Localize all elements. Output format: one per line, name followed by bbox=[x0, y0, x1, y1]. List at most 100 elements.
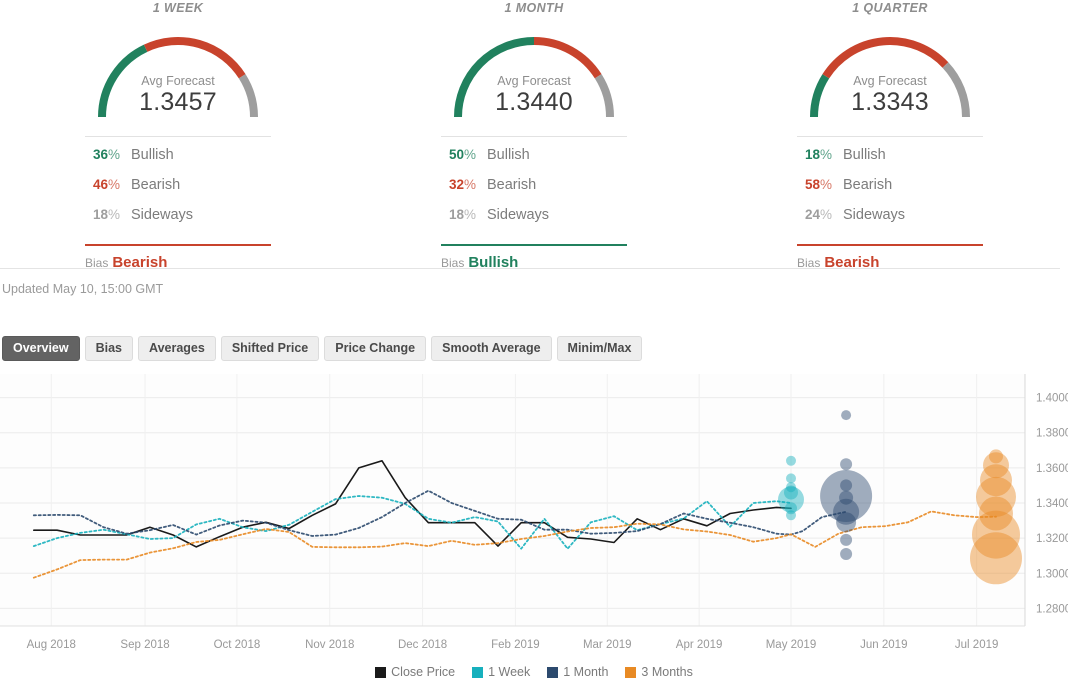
legend-label: 1 Month bbox=[563, 665, 608, 679]
x-axis-tick-label: Nov 2018 bbox=[305, 639, 354, 651]
stat-row: 18%Sideways bbox=[441, 207, 627, 237]
sentiment-gauge: Avg Forecast1.3343 bbox=[712, 22, 1068, 128]
y-axis-tick-label: 1.2800 bbox=[1036, 603, 1068, 615]
stat-percent-value: 18 bbox=[93, 207, 108, 222]
stat-percent: 32% bbox=[441, 177, 487, 192]
forecast-bubble[interactable] bbox=[970, 532, 1022, 584]
stat-label: Sideways bbox=[487, 207, 549, 223]
forecast-card: 1 MONTHAvg Forecast1.344050%Bullish32%Be… bbox=[356, 0, 712, 268]
gauge-segment-bearish bbox=[826, 41, 946, 76]
y-axis-tick-label: 1.3600 bbox=[1036, 463, 1068, 475]
stat-percent: 36% bbox=[85, 147, 131, 162]
stat-row: 50%Bullish bbox=[441, 147, 627, 177]
forecast-bubble[interactable] bbox=[786, 473, 796, 483]
chart-canvas[interactable]: 1.2800 1.3000 1.3200 1.3400 1.3600 1.3800 1.40… bbox=[0, 374, 1068, 660]
tab-smooth-average[interactable]: Smooth Average bbox=[431, 336, 551, 361]
stat-row: 32%Bearish bbox=[441, 177, 627, 207]
sentiment-stats: 18%Bullish58%Bearish24%SidewaysBiasBeari… bbox=[797, 128, 983, 271]
percent-sign: % bbox=[108, 147, 120, 162]
chart-tab-bar[interactable]: OverviewBiasAveragesShifted PricePrice C… bbox=[2, 336, 642, 361]
percent-sign: % bbox=[464, 147, 476, 162]
stat-percent-value: 36 bbox=[93, 147, 108, 162]
legend-swatch-icon bbox=[547, 667, 558, 678]
y-axis-tick-label: 1.3800 bbox=[1036, 428, 1068, 440]
sentiment-stats: 36%Bullish46%Bearish18%SidewaysBiasBeari… bbox=[85, 128, 271, 271]
gauge-readout: Avg Forecast1.3457 bbox=[88, 74, 268, 117]
stat-label: Bullish bbox=[487, 147, 530, 163]
percent-sign: % bbox=[464, 207, 476, 222]
stat-percent: 18% bbox=[85, 207, 131, 222]
y-axis-tick-label: 1.3400 bbox=[1036, 498, 1068, 510]
stat-row: 18% Bullish bbox=[797, 147, 983, 177]
stat-percent-value: 18 bbox=[805, 147, 820, 162]
stat-row: 46%Bearish bbox=[85, 177, 271, 207]
stats-divider bbox=[441, 136, 627, 137]
x-axis-tick-label: Apr 2019 bbox=[676, 639, 723, 651]
stat-percent-value: 58 bbox=[805, 177, 820, 192]
stat-label: Bullish bbox=[131, 147, 174, 163]
forecast-card: 1 WEEKAvg Forecast1.345736%Bullish46%Bea… bbox=[0, 0, 356, 268]
forecast-bubble[interactable] bbox=[836, 512, 856, 532]
legend-item[interactable]: 1 Week bbox=[472, 665, 530, 679]
gauge-value: 1.3457 bbox=[88, 88, 268, 117]
stat-row: 36%Bullish bbox=[85, 147, 271, 177]
sentiment-stats: 50%Bullish32%Bearish18%SidewaysBiasBulli… bbox=[441, 128, 627, 271]
legend-swatch-icon bbox=[375, 667, 386, 678]
x-axis-tick-label: Mar 2019 bbox=[583, 639, 632, 651]
stat-percent-value: 32 bbox=[449, 177, 464, 192]
x-axis-tick-label: Sep 2018 bbox=[120, 639, 169, 651]
forecast-bubble[interactable] bbox=[840, 534, 852, 546]
legend-item[interactable]: Close Price bbox=[375, 665, 455, 679]
tab-bias[interactable]: Bias bbox=[85, 336, 133, 361]
section-divider bbox=[0, 268, 1060, 269]
updated-timestamp: Updated May 10, 15:00 GMT bbox=[2, 282, 163, 296]
tab-minim-max[interactable]: Minim/Max bbox=[557, 336, 643, 361]
percent-sign: % bbox=[464, 177, 476, 192]
gauge-readout: Avg Forecast1.3440 bbox=[444, 74, 624, 117]
y-axis-tick-label: 1.4000 bbox=[1036, 393, 1068, 405]
stat-label: Sideways bbox=[843, 207, 905, 223]
x-axis-tick-label: Dec 2018 bbox=[398, 639, 447, 651]
forecast-bubble[interactable] bbox=[840, 548, 852, 560]
gauge-value: 1.3440 bbox=[444, 88, 624, 117]
stat-percent-value: 24 bbox=[805, 207, 820, 222]
forecast-bubble[interactable] bbox=[841, 410, 851, 420]
tab-overview[interactable]: Overview bbox=[2, 336, 80, 361]
tab-shifted-price[interactable]: Shifted Price bbox=[221, 336, 319, 361]
forecast-card: 1 QUARTERAvg Forecast1.334318%Bullish58%… bbox=[712, 0, 1068, 268]
x-axis-tick-label: Aug 2018 bbox=[27, 639, 76, 651]
legend-label: Close Price bbox=[391, 665, 455, 679]
percent-sign: % bbox=[820, 147, 832, 162]
legend-item[interactable]: 3 Months bbox=[625, 665, 692, 679]
stat-label: Bearish bbox=[131, 177, 180, 193]
sentiment-gauge: Avg Forecast1.3440 bbox=[356, 22, 712, 128]
percent-sign: % bbox=[108, 207, 120, 222]
stat-percent: 46% bbox=[85, 177, 131, 192]
stat-percent: 24% bbox=[797, 207, 843, 222]
gauge-label: Avg Forecast bbox=[88, 74, 268, 88]
tab-price-change[interactable]: Price Change bbox=[324, 336, 426, 361]
stat-row: 24%Sideways bbox=[797, 207, 983, 237]
forecast-card-row: 1 WEEKAvg Forecast1.345736%Bullish46%Bea… bbox=[0, 0, 1068, 268]
legend-label: 3 Months bbox=[641, 665, 692, 679]
gauge-value: 1.3343 bbox=[800, 88, 980, 117]
forecast-bubble[interactable] bbox=[786, 456, 796, 466]
forecast-card-title: 1 MONTH bbox=[356, 0, 712, 15]
legend-swatch-icon bbox=[625, 667, 636, 678]
gauge-label: Avg Forecast bbox=[444, 74, 624, 88]
gauge-segment-bearish bbox=[146, 41, 243, 76]
y-axis-tick-label: 1.3000 bbox=[1036, 568, 1068, 580]
x-axis-tick-label: Jul 2019 bbox=[955, 639, 998, 651]
stat-percent: 58% bbox=[797, 177, 843, 192]
forecast-bubble[interactable] bbox=[840, 458, 852, 470]
stat-row: 18%Sideways bbox=[85, 207, 271, 237]
forecast-bubble[interactable] bbox=[786, 510, 796, 520]
x-axis-tick-label: Oct 2018 bbox=[214, 639, 261, 651]
tab-averages[interactable]: Averages bbox=[138, 336, 216, 361]
forecast-chart[interactable]: 1.2800 1.3000 1.3200 1.3400 1.3600 1.3800 1.40… bbox=[0, 374, 1068, 682]
y-axis-tick-label: 1.3200 bbox=[1036, 533, 1068, 545]
stat-label: Bullish bbox=[843, 147, 886, 163]
legend-item[interactable]: 1 Month bbox=[547, 665, 608, 679]
legend-label: 1 Week bbox=[488, 665, 530, 679]
x-axis-tick-label: May 2019 bbox=[766, 639, 817, 651]
